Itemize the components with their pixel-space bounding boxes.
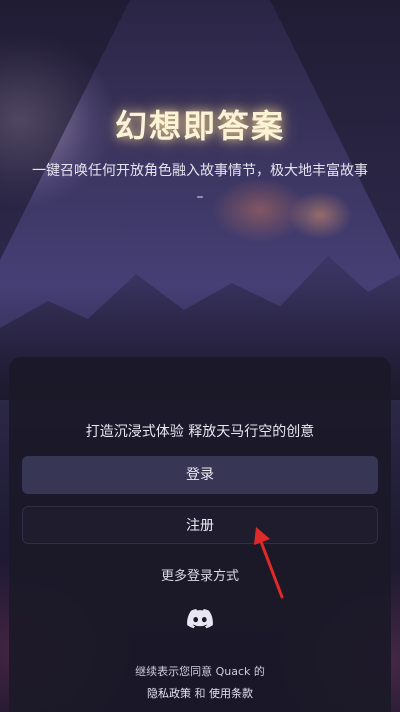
more-login-options-link[interactable]: 更多登录方式: [0, 565, 400, 584]
login-button[interactable]: 登录: [22, 456, 378, 494]
app-title: 幻想即答案: [114, 107, 285, 145]
subtitle-text: 一键召唤任何开放角色融入故事情节，极大地丰富故事: [32, 163, 368, 179]
privacy-policy-link[interactable]: 隐私政策: [147, 687, 191, 700]
policy-links: 隐私政策 和 使用条款: [0, 685, 400, 701]
card-slogan: 打造沉浸式体验 释放天马行空的创意: [85, 424, 315, 440]
terms-of-use-link[interactable]: 使用条款: [209, 687, 253, 700]
discord-icon[interactable]: [187, 608, 213, 630]
and-text: 和: [194, 687, 206, 700]
app-subtitle: 一键召唤任何开放角色融入故事情节，极大地丰富故事 –: [20, 158, 380, 210]
register-button[interactable]: 注册: [22, 506, 378, 544]
agreement-text: 继续表示您同意 Quack 的: [135, 665, 265, 678]
subtitle-tail: –: [196, 189, 204, 205]
